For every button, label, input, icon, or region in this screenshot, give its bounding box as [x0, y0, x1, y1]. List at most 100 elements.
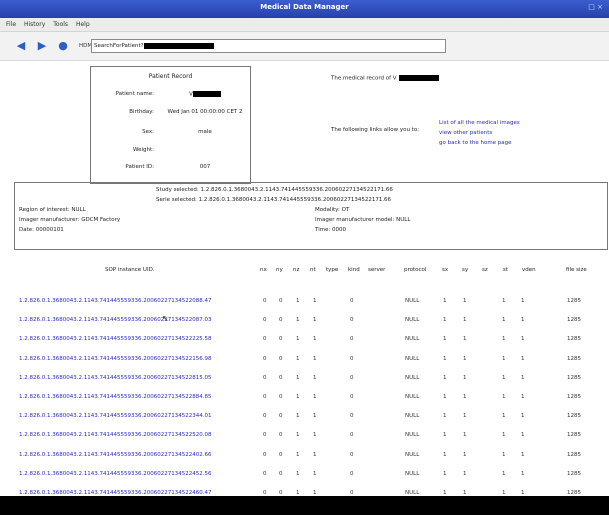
cell-nz: 1	[296, 470, 300, 477]
cell-st: 1	[502, 451, 506, 458]
menu-tools[interactable]: Tools	[53, 21, 68, 28]
sop-uid-link[interactable]: 1.2.826.0.1.3680043.2.1143.741445559336.…	[19, 432, 211, 438]
menu-file[interactable]: File	[6, 21, 16, 28]
cell-vden: 1	[521, 298, 525, 304]
modality: Modality: OT	[315, 207, 350, 213]
table-row: 1.2.826.0.1.3680043.2.1143.741445559336.…	[10, 471, 606, 481]
forward-button[interactable]: ▶	[36, 40, 48, 52]
table-row: 1.2.826.0.1.3680043.2.1143.741445559336.…	[10, 336, 606, 346]
address-input[interactable]: SearchForPatient?	[91, 39, 446, 53]
cell-nz: 1	[296, 317, 300, 324]
record-label: Patient name:	[115, 91, 154, 97]
cell-vden: 1	[521, 432, 525, 439]
window-titlebar: Medical Data Manager □ ×	[0, 0, 609, 18]
cell-sx: 1	[443, 470, 447, 477]
cell-sx: 1	[443, 413, 447, 420]
cell-ny: 0	[279, 336, 283, 343]
cell-size: 1285	[567, 374, 581, 381]
col-header-file-size: file size	[566, 267, 587, 273]
col-header-vden: vden	[522, 267, 536, 273]
cell-nt: 1	[313, 317, 317, 324]
cell-st: 1	[502, 394, 506, 400]
redaction-box	[398, 75, 439, 81]
sop-uid-link[interactable]: 1.2.826.0.1.3680043.2.1143.741445559336.…	[19, 356, 211, 362]
link-view-other-patients[interactable]: view other patients	[439, 128, 520, 138]
cell-st: 1	[502, 317, 506, 324]
col-header-sy: sy	[462, 267, 469, 273]
col-header-kind: kind	[348, 267, 360, 273]
cell-ny: 0	[279, 432, 283, 439]
imager-manufacturer: Imager manufacturer: GDCM Factory	[19, 217, 121, 223]
table-row: 1.2.826.0.1.3680043.2.1143.741445559336.…	[10, 394, 606, 404]
sop-uid-link[interactable]: 1.2.826.0.1.3680043.2.1143.741445559336.…	[19, 394, 211, 400]
cell-vden: 1	[521, 451, 525, 458]
cell-nt: 1	[313, 470, 317, 477]
sop-uid-link[interactable]: 1.2.826.0.1.3680043.2.1143.741445559336.…	[19, 375, 211, 381]
sop-uid-link[interactable]: 1.2.826.0.1.3680043.2.1143.741445559336.…	[19, 317, 211, 323]
cell-ny: 0	[279, 317, 283, 324]
record-value: V	[161, 91, 249, 98]
cell-nx: 0	[263, 394, 267, 400]
study-info-box: Study selected: 1.2.826.0.1.3680043.2.11…	[14, 182, 608, 250]
record-value: Wed Jan 01 00:00:00 CET 2	[167, 109, 243, 115]
menu-help[interactable]: Help	[76, 21, 90, 28]
cell-sx: 1	[443, 374, 447, 381]
sop-uid-link[interactable]: 1.2.826.0.1.3680043.2.1143.741445559336.…	[19, 471, 211, 477]
cell-protocol: NULL	[405, 413, 420, 420]
table-row: 1.2.826.0.1.3680043.2.1143.741445559336.…	[10, 375, 606, 385]
cell-sy: 1	[463, 394, 467, 400]
cell-nt: 1	[313, 394, 317, 400]
table-row: 1.2.826.0.1.3680043.2.1143.741445559336.…	[10, 413, 606, 423]
cell-size: 1285	[567, 355, 581, 362]
link-home-page[interactable]: go back to the home page	[439, 138, 520, 148]
cell-sx: 1	[443, 394, 447, 400]
cell-nt: 1	[313, 336, 317, 343]
cell-kind: 0	[350, 355, 354, 362]
cell-protocol: NULL	[405, 336, 420, 343]
cell-sy: 1	[463, 451, 467, 458]
medical-record-heading: The medical record of V	[331, 75, 439, 82]
cell-nx: 0	[263, 298, 267, 304]
sop-uid-link[interactable]: 1.2.826.0.1.3680043.2.1143.741445559336.…	[19, 452, 211, 458]
region-of-interest: Region of interest: NULL	[19, 207, 86, 213]
sop-uid-link[interactable]: 1.2.826.0.1.3680043.2.1143.741445559336.…	[19, 298, 211, 304]
forward-arrow-icon: ▶	[37, 39, 47, 52]
cell-nx: 0	[263, 355, 267, 362]
sop-uid-link[interactable]: 1.2.826.0.1.3680043.2.1143.741445559336.…	[19, 413, 211, 419]
cell-sx: 1	[443, 432, 447, 439]
link-all-medical-images[interactable]: List of all the medical images	[439, 118, 520, 128]
back-arrow-icon: ◀	[16, 39, 26, 52]
navigation-toolbar: ◀ ▶ ● HDM: SearchForPatient?	[0, 32, 609, 61]
cell-sy: 1	[463, 317, 467, 324]
col-header-nt: nt	[310, 267, 316, 273]
record-label: Sex:	[142, 129, 154, 135]
cell-kind: 0	[350, 451, 354, 458]
record-label: Birthday:	[129, 109, 154, 115]
col-header-st: st	[503, 267, 509, 273]
reload-button[interactable]: ●	[57, 40, 69, 52]
back-button[interactable]: ◀	[15, 40, 27, 52]
address-value: SearchForPatient?	[94, 43, 144, 49]
cell-sy: 1	[463, 355, 467, 362]
cell-nx: 0	[263, 374, 267, 381]
main-content: Patient Record Patient name: V Birthday:…	[10, 62, 608, 496]
cell-kind: 0	[350, 413, 354, 420]
study-selected: Study selected: 1.2.826.0.1.3680043.2.11…	[156, 187, 393, 193]
cell-protocol: NULL	[405, 374, 420, 381]
cell-kind: 0	[350, 298, 354, 304]
cell-vden: 1	[521, 336, 525, 343]
redaction-box	[143, 42, 214, 49]
cell-vden: 1	[521, 470, 525, 477]
menu-history[interactable]: History	[24, 21, 45, 28]
cell-sx: 1	[443, 317, 447, 324]
cell-kind: 0	[350, 317, 354, 324]
cell-nz: 1	[296, 451, 300, 458]
sop-uid-link[interactable]: 1.2.826.0.1.3680043.2.1143.741445559336.…	[19, 336, 211, 342]
window-controls[interactable]: □ ×	[588, 3, 603, 11]
cell-sy: 1	[463, 432, 467, 439]
cell-nz: 1	[296, 336, 300, 343]
cell-nt: 1	[313, 298, 317, 304]
table-row: 1.2.826.0.1.3680043.2.1143.741445559336.…	[10, 298, 606, 308]
cell-ny: 0	[279, 394, 283, 400]
cell-protocol: NULL	[405, 394, 420, 400]
